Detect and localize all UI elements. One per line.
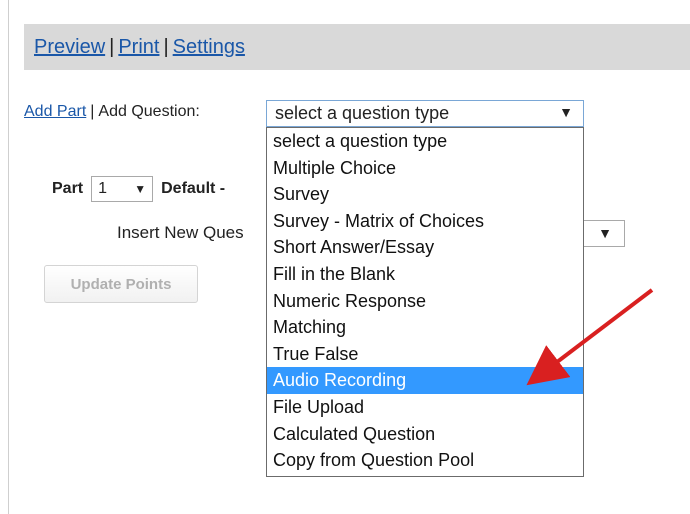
settings-link[interactable]: Settings bbox=[173, 36, 245, 58]
question-type-dropdown: select a question type Multiple Choice S… bbox=[266, 127, 584, 477]
toolbar-links: Preview | Print | Settings bbox=[24, 36, 245, 59]
part-row: Part 1 ▼ Default - bbox=[52, 176, 225, 202]
add-row: Add Part | Add Question: bbox=[24, 103, 200, 121]
question-type-select[interactable]: select a question type ▼ bbox=[266, 100, 584, 127]
dropdown-option[interactable]: Multiple Choice bbox=[267, 155, 583, 182]
dropdown-option[interactable]: Survey bbox=[267, 181, 583, 208]
dropdown-option[interactable]: select a question type bbox=[267, 128, 583, 155]
preview-link[interactable]: Preview bbox=[34, 36, 105, 58]
separator: | bbox=[109, 35, 115, 58]
add-part-link[interactable]: Add Part bbox=[24, 103, 86, 121]
dropdown-option[interactable]: Copy from Question Pool bbox=[267, 447, 583, 474]
separator: | bbox=[90, 103, 95, 120]
part-label: Part bbox=[52, 180, 84, 197]
dropdown-option[interactable]: True False bbox=[267, 341, 583, 368]
chevron-down-icon: ▼ bbox=[559, 104, 573, 120]
part-number-value: 1 bbox=[98, 180, 108, 197]
dropdown-option-highlighted[interactable]: Audio Recording bbox=[267, 367, 583, 394]
part-title: Default - bbox=[161, 180, 226, 197]
dropdown-option[interactable]: Calculated Question bbox=[267, 421, 583, 448]
dropdown-option[interactable]: Matching bbox=[267, 314, 583, 341]
dropdown-option[interactable]: Short Answer/Essay bbox=[267, 234, 583, 261]
dropdown-option[interactable]: Survey - Matrix of Choices bbox=[267, 208, 583, 235]
part-number-select[interactable]: 1 ▼ bbox=[91, 176, 154, 202]
dropdown-option[interactable]: Fill in the Blank bbox=[267, 261, 583, 288]
insert-new-question-label: Insert New Ques bbox=[117, 223, 244, 242]
dropdown-option[interactable]: Numeric Response bbox=[267, 288, 583, 315]
update-points-button[interactable]: Update Points bbox=[44, 265, 198, 303]
add-question-label: Add Question: bbox=[98, 103, 200, 120]
separator: | bbox=[163, 35, 169, 58]
top-toolbar: Preview | Print | Settings bbox=[24, 24, 690, 70]
chevron-down-icon: ▼ bbox=[598, 225, 612, 241]
question-type-selected-value: select a question type bbox=[275, 103, 450, 123]
insert-question-select[interactable]: ▼ bbox=[583, 220, 625, 247]
dropdown-option[interactable]: File Upload bbox=[267, 394, 583, 421]
chevron-down-icon: ▼ bbox=[134, 182, 147, 196]
print-link[interactable]: Print bbox=[118, 36, 159, 58]
